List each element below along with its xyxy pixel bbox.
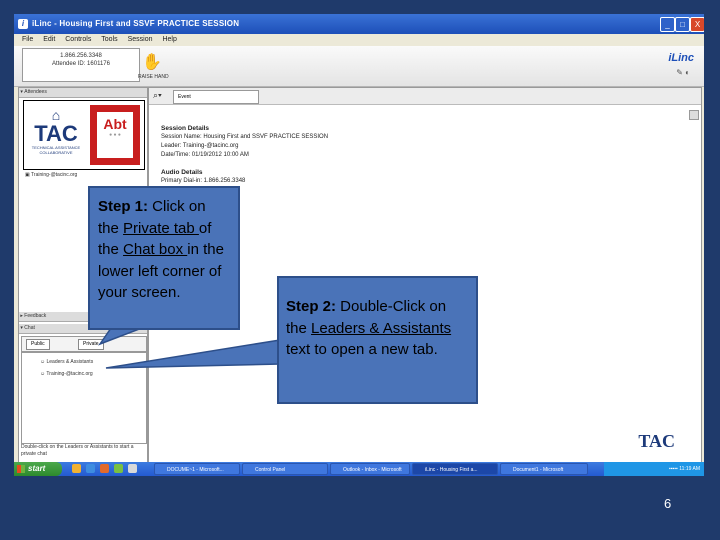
page-number: 6 (664, 496, 672, 511)
leaders-assistants-reference: Leaders & Assistants (311, 319, 452, 337)
step1-callout: Step 1: Click on the Private tab of the … (88, 186, 240, 330)
step2-callout: Step 2: Double-Click on the Leaders & As… (277, 276, 478, 404)
private-tab-reference: Private tab (123, 219, 199, 237)
step2-label: Step 2: (286, 298, 337, 315)
callout2-pointer (105, 339, 281, 369)
chat-box-reference: Chat box (123, 241, 188, 258)
step1-label: Step 1: (98, 198, 149, 215)
